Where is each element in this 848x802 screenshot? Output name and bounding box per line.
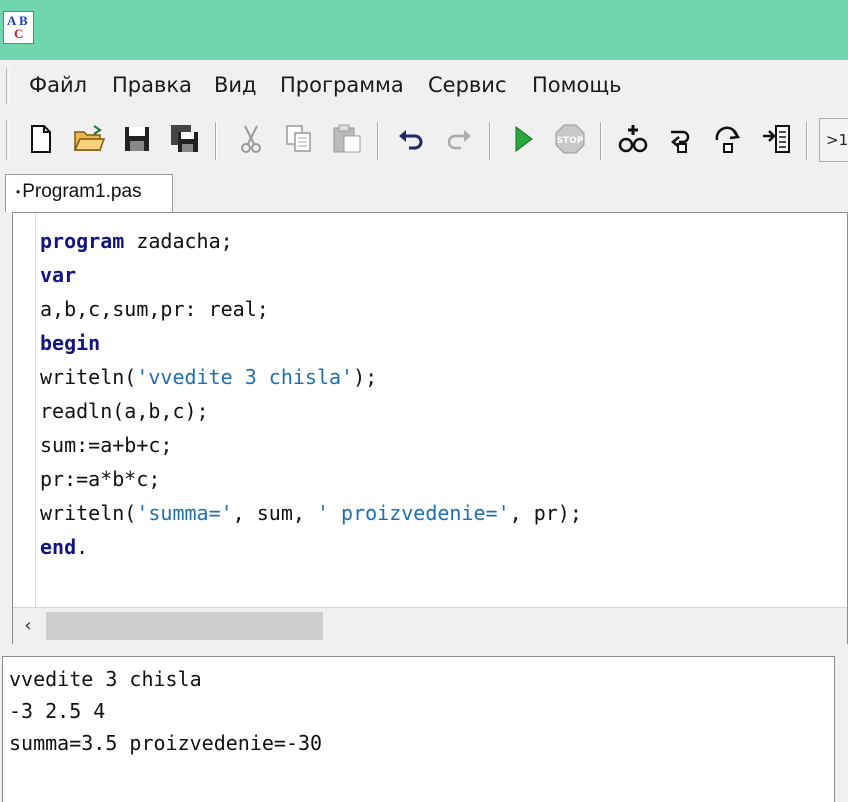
horizontal-scrollbar[interactable]: ‹ — [13, 607, 847, 644]
debug-watch-icon[interactable] — [616, 122, 650, 156]
toolbar-overflow-button[interactable]: >1: — [819, 118, 848, 162]
menubar-grip — [6, 68, 10, 104]
toolbar-separator — [377, 122, 379, 160]
run-to-cursor-icon[interactable] — [759, 122, 793, 156]
code-line: writeln('summa=', sum, ' proizvedenie=',… — [40, 496, 582, 530]
code-keyword: var — [40, 263, 77, 287]
code-keyword: program — [40, 229, 125, 253]
code-line: writeln('vvedite 3 chisla'); — [40, 360, 582, 394]
cut-icon[interactable] — [234, 122, 268, 156]
menu-view[interactable]: Вид — [214, 73, 257, 97]
output-window[interactable]: vvedite 3 chisla -3 2.5 4 summa=3.5 proizv… — [2, 656, 835, 802]
step-over-icon[interactable] — [711, 122, 745, 156]
code-line: var — [40, 258, 582, 292]
paste-icon[interactable] — [330, 122, 364, 156]
run-icon[interactable] — [506, 122, 540, 156]
code-string: ' proizvedenie=' — [316, 501, 510, 525]
modified-marker: • — [16, 184, 21, 199]
code-string: 'vvedite 3 chisla' — [136, 365, 354, 389]
code-line: sum:=a+b+c; — [40, 428, 582, 462]
new-file-icon[interactable] — [24, 122, 58, 156]
code-line: begin — [40, 326, 582, 360]
step-into-icon[interactable] — [663, 122, 697, 156]
code-text: a,b,c,sum,pr: real; — [40, 297, 269, 321]
code-area[interactable]: program zadacha; var a,b,c,sum,pr: real; be… — [40, 224, 582, 564]
save-all-icon[interactable] — [168, 122, 202, 156]
output-line: -3 2.5 4 — [9, 699, 106, 723]
redo-icon[interactable] — [442, 122, 476, 156]
tab-program1[interactable]: • Program1.pas — [5, 174, 173, 212]
code-text: . — [76, 535, 89, 559]
code-keyword: end — [40, 535, 77, 559]
open-folder-icon[interactable] — [72, 122, 106, 156]
code-line: pr:=a*b*c; — [40, 462, 582, 496]
editor-gutter — [35, 213, 36, 607]
svg-text:STOP: STOP — [557, 136, 584, 146]
code-text: , pr); — [509, 501, 582, 525]
menu-bar: Файл Правка Вид Программа Сервис Помощь — [0, 61, 848, 111]
code-line: end. — [40, 530, 582, 564]
code-text: zadacha; — [124, 229, 233, 253]
code-text: writeln( — [40, 365, 137, 389]
toolbar-separator — [600, 122, 602, 160]
menu-service[interactable]: Сервис — [428, 73, 506, 97]
toolbar-separator — [215, 122, 217, 160]
code-text: ); — [353, 365, 378, 389]
stop-icon[interactable]: STOP — [553, 122, 587, 156]
scroll-thumb[interactable] — [46, 612, 323, 640]
menu-file[interactable]: Файл — [29, 73, 87, 97]
output-line: vvedite 3 chisla — [9, 667, 202, 691]
app-logo-icon: ABC — [3, 11, 34, 44]
toolbar-separator — [489, 122, 491, 160]
toolbar-separator — [806, 122, 808, 160]
scroll-left-icon[interactable]: ‹ — [15, 614, 41, 638]
copy-icon[interactable] — [282, 122, 316, 156]
code-text: readln(a,b,c); — [40, 399, 209, 423]
code-line: readln(a,b,c); — [40, 394, 582, 428]
code-editor[interactable]: program zadacha; var a,b,c,sum,pr: real; be… — [12, 212, 848, 644]
tab-label: Program1.pas — [22, 181, 142, 202]
menu-program[interactable]: Программа — [280, 73, 404, 97]
code-keyword: begin — [40, 331, 101, 355]
code-text: sum:=a+b+c; — [40, 433, 173, 457]
code-text: pr:=a*b*c; — [40, 467, 161, 491]
menu-edit[interactable]: Правка — [112, 73, 192, 97]
code-line: a,b,c,sum,pr: real; — [40, 292, 582, 326]
output-line: summa=3.5 proizvedenie=-30 — [9, 731, 323, 755]
menu-help[interactable]: Помощь — [532, 73, 622, 97]
code-string: 'summa=' — [136, 501, 233, 525]
save-icon[interactable] — [120, 122, 154, 156]
toolbar-grip — [6, 120, 10, 160]
output-text: vvedite 3 chisla -3 2.5 4 summa=3.5 proizv… — [9, 663, 322, 759]
code-line: program zadacha; — [40, 224, 582, 258]
title-bar: ABC — [0, 0, 848, 60]
toolbar: STOP — [0, 112, 848, 168]
undo-icon[interactable] — [394, 122, 428, 156]
code-text: , sum, — [232, 501, 317, 525]
code-text: writeln( — [40, 501, 137, 525]
